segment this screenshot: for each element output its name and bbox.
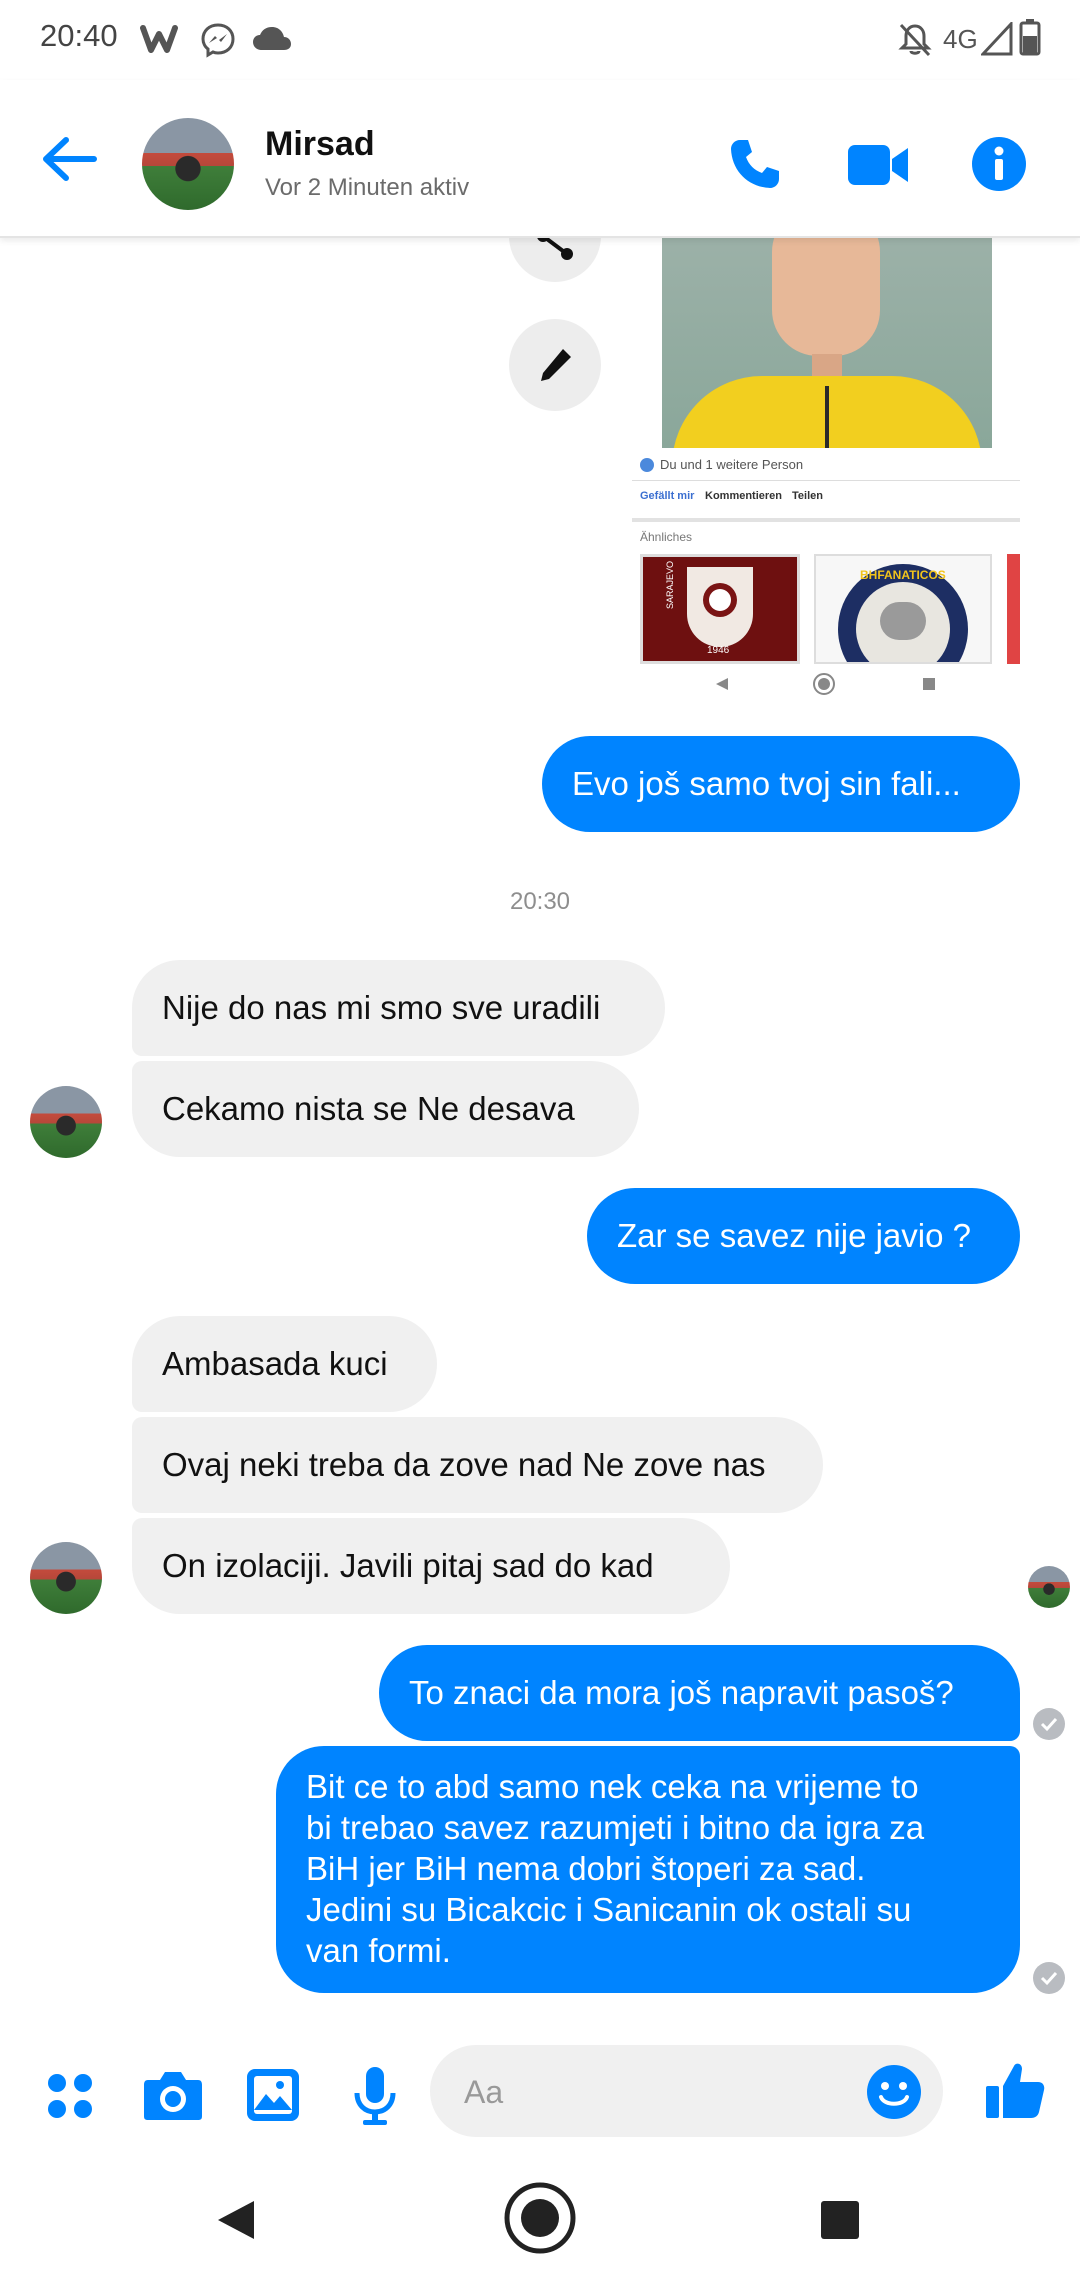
- similar-label: Ähnliches: [640, 530, 693, 544]
- share-action: Teilen: [792, 490, 823, 502]
- bhfanaticos-logo: BHFANATICOS: [814, 554, 992, 664]
- badge-year: 1946: [707, 645, 730, 656]
- message-text: Cekamo nista se Ne desava: [162, 1090, 575, 1127]
- apps-icon[interactable]: [45, 2071, 95, 2121]
- message-text: Ovaj neki treba da zove nad Ne zove nas: [162, 1446, 766, 1483]
- comment-action: Kommentieren: [705, 490, 783, 502]
- network-type: 4G: [943, 24, 978, 54]
- shared-screenshot[interactable]: Du und 1 weitere Person Gefällt mir Komm…: [632, 236, 1020, 700]
- badge-text: SARAJEVO: [665, 560, 675, 609]
- microphone-icon[interactable]: [352, 2065, 398, 2127]
- contact-avatar[interactable]: [142, 118, 234, 210]
- recents-nav-icon: [923, 678, 935, 690]
- edit-button[interactable]: [509, 319, 601, 411]
- wattpad-notification-icon: [140, 25, 178, 53]
- check-icon: [1040, 1971, 1058, 1986]
- messenger-notification-icon: [201, 23, 235, 58]
- conversation-header: Mirsad Vor 2 Minuten aktiv: [0, 80, 1080, 238]
- battery-icon: [1019, 19, 1041, 56]
- message-text: To znaci da mora još napravit pasoš?: [409, 1674, 954, 1711]
- message-text: On izolaciji. Javili pitaj sad do kad: [162, 1547, 654, 1584]
- like-action: Gefällt mir: [640, 490, 695, 502]
- message-text: Zar se savez nije javio ?: [617, 1217, 971, 1254]
- thumbs-up-icon[interactable]: [984, 2060, 1046, 2120]
- timestamp: 20:30: [509, 888, 571, 915]
- nav-back-icon[interactable]: [214, 2198, 258, 2242]
- nav-recents-icon[interactable]: [820, 2200, 860, 2240]
- fk-sarajevo-logo: SARAJEVO 1946: [640, 554, 800, 664]
- check-icon: [1040, 1717, 1058, 1732]
- contact-name[interactable]: Mirsad: [265, 125, 375, 164]
- cloud-icon: [253, 27, 291, 50]
- contact-status: Vor 2 Minuten aktiv: [265, 174, 470, 201]
- back-arrow-icon[interactable]: [40, 136, 98, 182]
- delivered-check: [1033, 1708, 1065, 1740]
- nav-home-icon[interactable]: [502, 2180, 578, 2256]
- camera-icon[interactable]: [142, 2068, 204, 2122]
- gallery-icon[interactable]: [244, 2066, 302, 2124]
- video-camera-icon[interactable]: [846, 142, 910, 188]
- back-nav-icon: [716, 678, 728, 690]
- seen-by-avatar: [1028, 1566, 1070, 1608]
- message-bubble-outgoing[interactable]: Zar se savez nije javio ?: [587, 1188, 1020, 1284]
- message-input[interactable]: [462, 2065, 846, 2119]
- status-bar: 20:40 4G: [0, 0, 1080, 80]
- message-line: van formi.: [306, 1932, 451, 1969]
- message-text: Evo još samo tvoj sin fali...: [572, 765, 961, 802]
- emoji-icon[interactable]: [866, 2064, 922, 2120]
- message-text: Ambasada kuci: [162, 1345, 388, 1382]
- do-not-disturb-icon: [898, 23, 932, 57]
- message-text: Nije do nas mi smo sve uradili: [162, 989, 601, 1026]
- player-photo: [662, 236, 992, 448]
- android-nav-bar: [0, 2152, 1080, 2280]
- message-bubble-incoming[interactable]: Ovaj neki treba da zove nad Ne zove nas: [132, 1417, 823, 1513]
- message-bubble-incoming[interactable]: Nije do nas mi smo sve uradili: [132, 960, 665, 1056]
- message-bubble-incoming[interactable]: Ambasada kuci: [132, 1316, 437, 1412]
- message-bubble-outgoing[interactable]: To znaci da mora još napravit pasoš?: [379, 1645, 1020, 1741]
- status-time: 20:40: [40, 18, 118, 53]
- message-bubble-outgoing[interactable]: Evo još samo tvoj sin fali...: [542, 736, 1020, 832]
- badge2-text: BHFANATICOS: [860, 568, 946, 582]
- message-input-container[interactable]: [430, 2045, 943, 2137]
- message-line: Bit ce to abd samo nek ceka na vrijeme t…: [306, 1768, 919, 1805]
- sender-avatar[interactable]: [30, 1086, 102, 1158]
- phone-icon[interactable]: [728, 137, 782, 191]
- delivered-check: [1033, 1962, 1065, 1994]
- likes-text: Du und 1 weitere Person: [660, 457, 804, 472]
- sender-avatar[interactable]: [30, 1542, 102, 1614]
- message-line: Jedini su Bicakcic i Sanicanin ok ostali…: [306, 1891, 912, 1928]
- message-line: BiH jer BiH nema dobri štoperi za sad.: [306, 1850, 866, 1887]
- message-bubble-incoming[interactable]: On izolaciji. Javili pitaj sad do kad: [132, 1518, 730, 1614]
- home-nav-icon: [813, 673, 835, 695]
- message-bubble-incoming[interactable]: Cekamo nista se Ne desava: [132, 1061, 639, 1157]
- message-bubble-outgoing-long[interactable]: Bit ce to abd samo nek ceka na vrijeme t…: [276, 1746, 1020, 1993]
- message-line: bi trebao savez razumjeti i bitno da igr…: [306, 1809, 925, 1846]
- edit-pencil-icon: [541, 349, 571, 381]
- info-icon[interactable]: [971, 136, 1027, 192]
- signal-icon: [981, 22, 1013, 56]
